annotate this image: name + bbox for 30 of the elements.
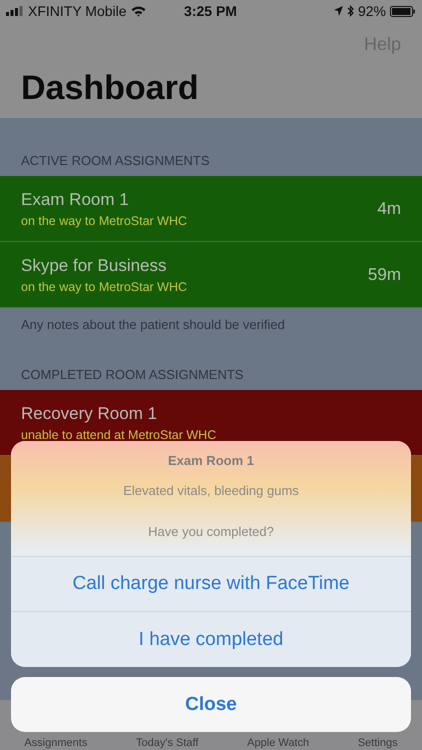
assignment-row[interactable]: Exam Room 1 on the way to MetroStar WHC 4m: [0, 176, 422, 242]
signal-icon: [6, 6, 24, 16]
elapsed-time: 4m: [377, 198, 401, 218]
location-icon: [334, 6, 343, 16]
room-status: on the way to MetroStar WHC: [21, 214, 188, 228]
sheet-question: Have you completed?: [148, 524, 274, 539]
room-name: Skype for Business: [21, 256, 168, 276]
wifi-icon: [130, 6, 146, 16]
section-header: ACTIVE ROOM ASSIGNMENTS: [20, 152, 211, 170]
room-name: Exam Room 1: [21, 190, 130, 210]
status-time: 3:25 PM: [184, 3, 237, 19]
tab-label[interactable]: Today's Staff: [136, 737, 198, 749]
section-header: COMPLETED ROOM ASSIGNMENTS: [20, 366, 244, 384]
sheet-message: Elevated vitals, bleeding gums: [123, 483, 299, 498]
tab-label[interactable]: Apple Watch: [247, 737, 310, 749]
sheet-title: Exam Room 1: [168, 453, 254, 468]
bluetooth-icon: [346, 5, 354, 17]
page-title: Dashboard: [21, 69, 200, 108]
battery-percent: 92%: [358, 3, 386, 19]
close-button[interactable]: Close: [11, 677, 411, 732]
room-name: Recovery Room 1: [21, 404, 158, 424]
tab-label[interactable]: Settings: [358, 737, 398, 749]
room-status: on the way to MetroStar WHC: [21, 280, 188, 294]
section-footer: Any notes about the patient should be verified: [0, 308, 422, 332]
assignment-row[interactable]: Skype for Business on the way to MetroStar WHC 59m: [0, 242, 422, 308]
carrier-name: XFINITY Mobile: [28, 3, 127, 19]
tab-label[interactable]: Assignments: [24, 737, 88, 749]
elapsed-time: 59m: [368, 264, 401, 284]
battery-icon: [390, 6, 415, 16]
room-status: unable to attend at MetroStar WHC: [21, 428, 216, 442]
